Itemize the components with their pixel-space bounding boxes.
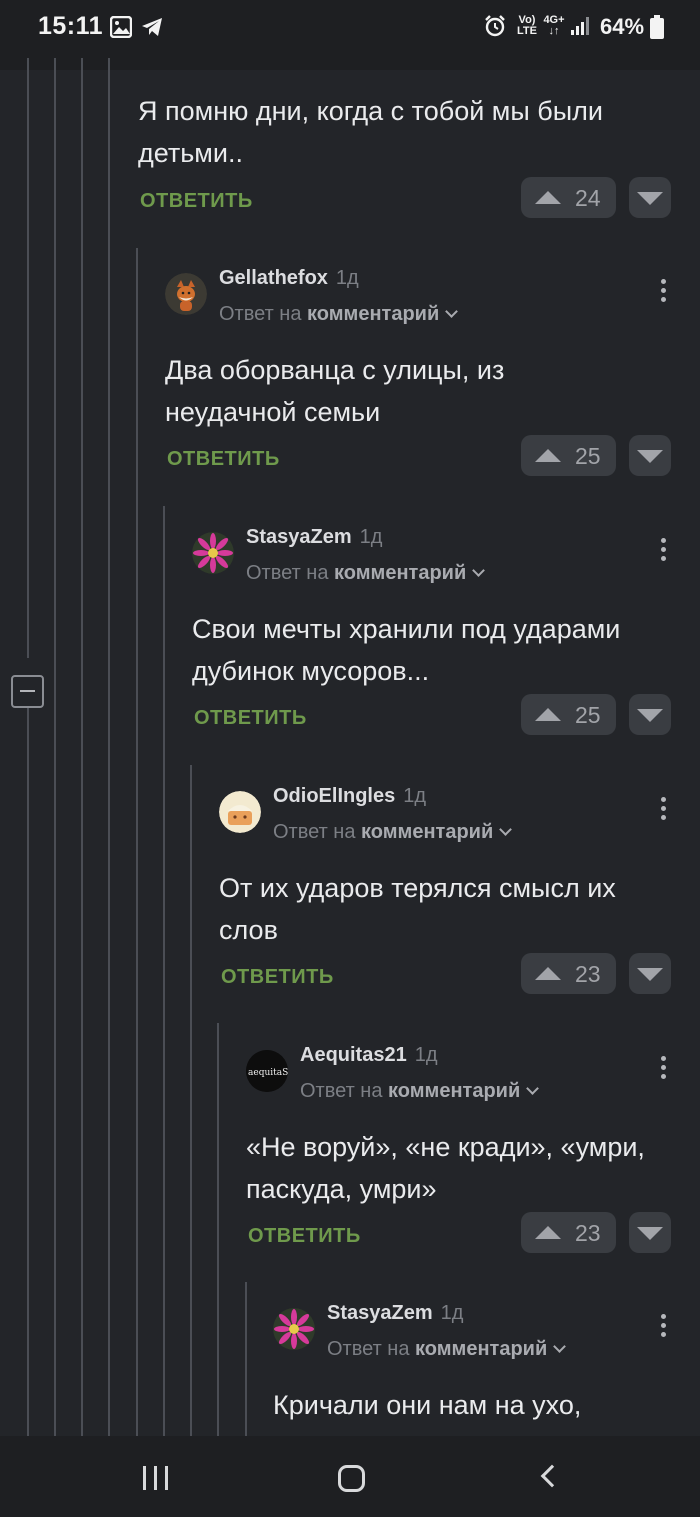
reply-to-link[interactable]: Ответ на комментарий (246, 562, 486, 585)
data-indicator: 4G+ ↓↑ (543, 14, 565, 37)
reply-button[interactable]: ОТВЕТИТЬ (167, 448, 280, 471)
thread-line (108, 58, 110, 1436)
thread-line (54, 58, 56, 1436)
vote-count: 24 (575, 185, 601, 211)
comment-text: Свои мечты хранили под ударами дубинок м… (192, 614, 621, 686)
chevron-down-icon (499, 823, 513, 836)
back-icon[interactable] (540, 1464, 564, 1488)
downvote-button[interactable] (629, 953, 671, 994)
upvote-button[interactable]: 23 (521, 953, 616, 994)
arrow-up-icon (535, 708, 561, 721)
downvote-button[interactable] (629, 177, 671, 218)
arrow-down-icon (637, 1227, 663, 1240)
chevron-down-icon (553, 1340, 567, 1353)
arrow-down-icon (637, 450, 663, 463)
comment-text: Два оборванца с улицы, из неудачной семь… (165, 355, 505, 427)
battery-percent: 64% (600, 14, 645, 39)
comment-author[interactable]: Aequitas21 1д (300, 1044, 438, 1067)
chevron-down-icon (445, 305, 459, 318)
arrow-down-icon (637, 709, 663, 722)
downvote-button[interactable] (629, 1212, 671, 1253)
thread-line (217, 1023, 219, 1436)
comment-text: «Не воруй», «не кради», «умри, паскуда, … (246, 1132, 645, 1204)
thread-line (81, 58, 83, 1436)
upvote-button[interactable]: 24 (521, 177, 616, 218)
downvote-button[interactable] (629, 694, 671, 735)
reply-to-link[interactable]: Ответ на комментарий (327, 1338, 567, 1361)
comment-author[interactable]: StasyaZem 1д (246, 526, 382, 549)
thread-line (27, 708, 29, 1436)
vote-count: 25 (575, 702, 601, 728)
arrow-down-icon (637, 968, 663, 981)
fox-avatar-icon (165, 273, 207, 315)
downvote-button[interactable] (629, 435, 671, 476)
reply-button[interactable]: ОТВЕТИТЬ (221, 966, 334, 989)
comment-time: 1д (414, 1044, 438, 1066)
reply-to-link[interactable]: Ответ на комментарий (300, 1080, 540, 1103)
avatar[interactable] (192, 532, 234, 574)
thread-line (163, 506, 165, 1436)
comment-time: 1д (440, 1302, 464, 1324)
comments-thread[interactable]: Я помню дни, когда с тобой мы были детьм… (0, 58, 700, 1436)
vote-count: 25 (575, 443, 601, 469)
comment-text: Кричали они нам на ухо, (273, 1390, 582, 1420)
alarm-icon (485, 15, 505, 37)
chevron-down-icon (472, 564, 486, 577)
thread-line (27, 58, 29, 658)
status-bar: 15:11 Vo) LTE 4G+ ↓↑ 64% (0, 0, 700, 58)
vote-count: 23 (575, 961, 601, 987)
aequitas-logo-avatar-icon: aequitaS (246, 1050, 288, 1092)
reply-button[interactable]: ОТВЕТИТЬ (194, 707, 307, 730)
comment-author[interactable]: OdioElIngles 1д (273, 785, 426, 808)
cartoon-avatar-icon (219, 791, 261, 833)
reply-button[interactable]: ОТВЕТИТЬ (248, 1225, 361, 1248)
gallery-notification-icon (110, 16, 132, 38)
more-options-icon[interactable] (661, 1056, 667, 1084)
chevron-down-icon (526, 1082, 540, 1095)
more-options-icon[interactable] (661, 797, 667, 825)
reply-to-link[interactable]: Ответ на комментарий (273, 821, 513, 844)
avatar[interactable] (165, 273, 207, 315)
signal-icon (571, 17, 589, 35)
recent-apps-icon[interactable] (143, 1466, 169, 1490)
comment-time: 1д (403, 785, 427, 807)
telegram-notification-icon (142, 18, 162, 36)
comment-text: Я помню дни, когда с тобой мы были детьм… (138, 96, 603, 168)
arrow-up-icon (535, 191, 561, 204)
more-options-icon[interactable] (661, 538, 667, 566)
thread-line (245, 1282, 247, 1436)
avatar[interactable] (219, 791, 261, 833)
status-time: 15:11 (38, 12, 104, 40)
reply-button[interactable]: ОТВЕТИТЬ (140, 190, 253, 213)
collapse-thread-button[interactable] (11, 675, 44, 708)
thread-line (136, 248, 138, 1436)
comment-author[interactable]: Gellathefox 1д (219, 267, 359, 290)
comment-time: 1д (335, 267, 359, 289)
home-icon[interactable] (338, 1465, 365, 1492)
more-options-icon[interactable] (661, 1314, 667, 1342)
system-nav-bar (0, 1436, 700, 1517)
comment-author[interactable]: StasyaZem 1д (327, 1302, 463, 1325)
avatar[interactable] (273, 1308, 315, 1350)
flower-avatar-icon (192, 532, 234, 574)
svg-text:aequitaS: aequitaS (248, 1068, 288, 1078)
arrow-up-icon (535, 449, 561, 462)
avatar[interactable]: aequitaS (246, 1050, 288, 1092)
vote-count: 23 (575, 1220, 601, 1246)
thread-line (190, 765, 192, 1436)
arrow-up-icon (535, 967, 561, 980)
upvote-button[interactable]: 23 (521, 1212, 616, 1253)
reply-to-link[interactable]: Ответ на комментарий (219, 303, 459, 326)
comment-time: 1д (359, 526, 383, 548)
arrow-down-icon (637, 192, 663, 205)
volte-indicator: Vo) LTE (517, 14, 537, 37)
arrow-up-icon (535, 1226, 561, 1239)
battery-icon (650, 15, 664, 39)
flower-avatar-icon (273, 1308, 315, 1350)
comment-text: От их ударов терялся смысл их слов (219, 873, 616, 945)
upvote-button[interactable]: 25 (521, 694, 616, 735)
more-options-icon[interactable] (661, 279, 667, 307)
upvote-button[interactable]: 25 (521, 435, 616, 476)
